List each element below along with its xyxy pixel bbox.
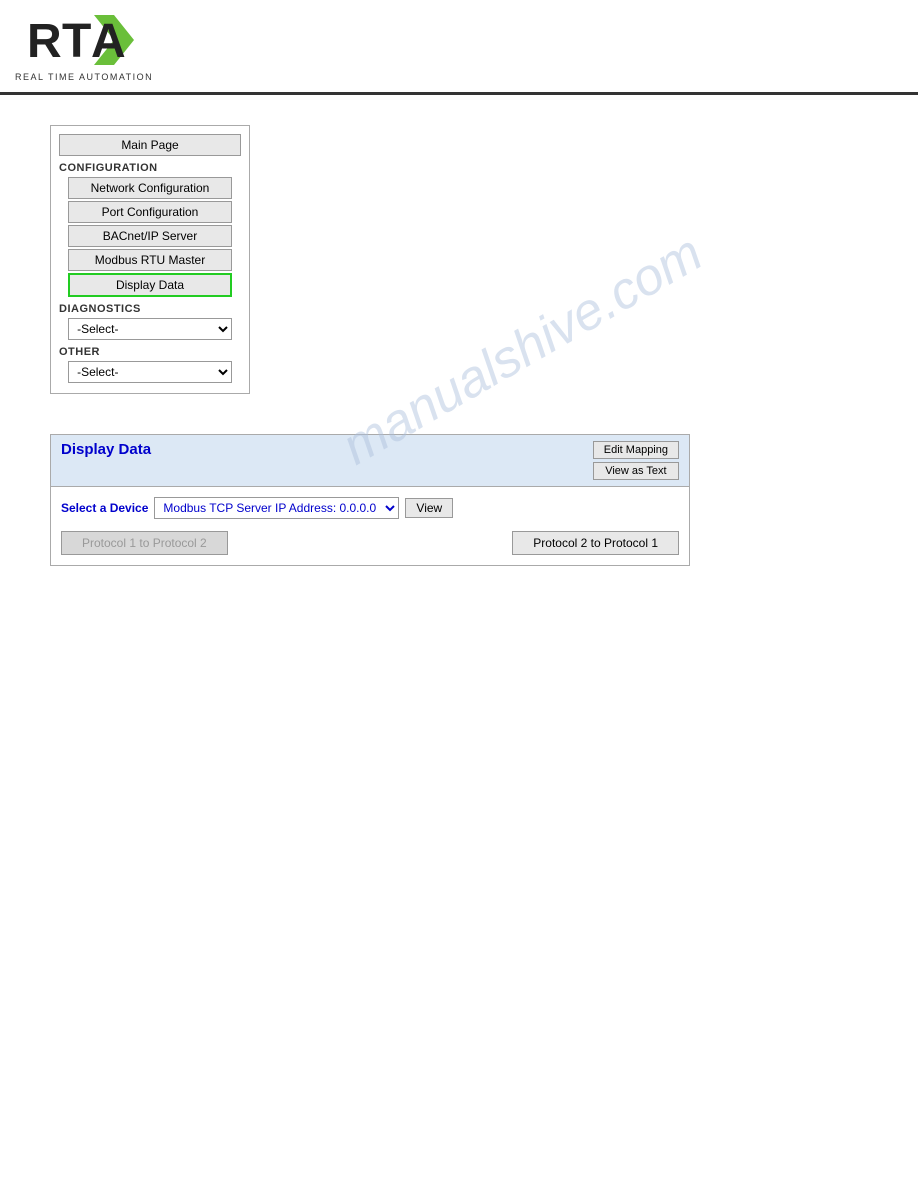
rta-logo: R T A [19, 10, 149, 70]
display-data-button[interactable]: Display Data [68, 273, 232, 297]
select-device-row: Select a Device Modbus TCP Server IP Add… [61, 497, 679, 519]
port-configuration-button[interactable]: Port Configuration [68, 201, 232, 223]
protocol-1-to-2-button[interactable]: Protocol 1 to Protocol 2 [61, 531, 228, 555]
other-select[interactable]: -Select- [68, 361, 232, 383]
other-section-label: OTHER [59, 346, 241, 358]
main-page-button[interactable]: Main Page [59, 134, 241, 156]
configuration-section-label: CONFIGURATION [59, 162, 241, 174]
view-button[interactable]: View [405, 498, 453, 518]
logo-container: R T A REAL TIME AUTOMATION [15, 10, 153, 82]
svg-text:T: T [62, 15, 91, 68]
protocol-2-to-1-button[interactable]: Protocol 2 to Protocol 1 [512, 531, 679, 555]
svg-text:A: A [91, 15, 126, 68]
edit-mapping-button[interactable]: Edit Mapping [593, 441, 679, 459]
header-action-buttons: Edit Mapping View as Text [593, 441, 679, 480]
display-data-section: Display Data Edit Mapping View as Text S… [30, 434, 888, 566]
main-content: Main Page CONFIGURATION Network Configur… [0, 95, 918, 586]
protocol-buttons-row: Protocol 1 to Protocol 2 Protocol 2 to P… [61, 531, 679, 555]
svg-text:R: R [27, 15, 62, 68]
device-dropdown[interactable]: Modbus TCP Server IP Address: 0.0.0.0 [154, 497, 399, 519]
nav-panel-section: Main Page CONFIGURATION Network Configur… [30, 115, 888, 394]
bacnet-server-button[interactable]: BACnet/IP Server [68, 225, 232, 247]
nav-panel: Main Page CONFIGURATION Network Configur… [50, 125, 250, 394]
logo-tagline: REAL TIME AUTOMATION [15, 72, 153, 82]
display-data-title: Display Data [61, 441, 151, 458]
display-data-body: Select a Device Modbus TCP Server IP Add… [51, 487, 689, 565]
page-header: R T A REAL TIME AUTOMATION [0, 0, 918, 95]
diagnostics-section-label: DIAGNOSTICS [59, 303, 241, 315]
network-configuration-button[interactable]: Network Configuration [68, 177, 232, 199]
view-as-text-button[interactable]: View as Text [593, 462, 679, 480]
display-data-header: Display Data Edit Mapping View as Text [51, 435, 689, 487]
diagnostics-select[interactable]: -Select- [68, 318, 232, 340]
modbus-master-button[interactable]: Modbus RTU Master [68, 249, 232, 271]
display-data-panel: Display Data Edit Mapping View as Text S… [50, 434, 690, 566]
select-device-label: Select a Device [61, 501, 148, 515]
